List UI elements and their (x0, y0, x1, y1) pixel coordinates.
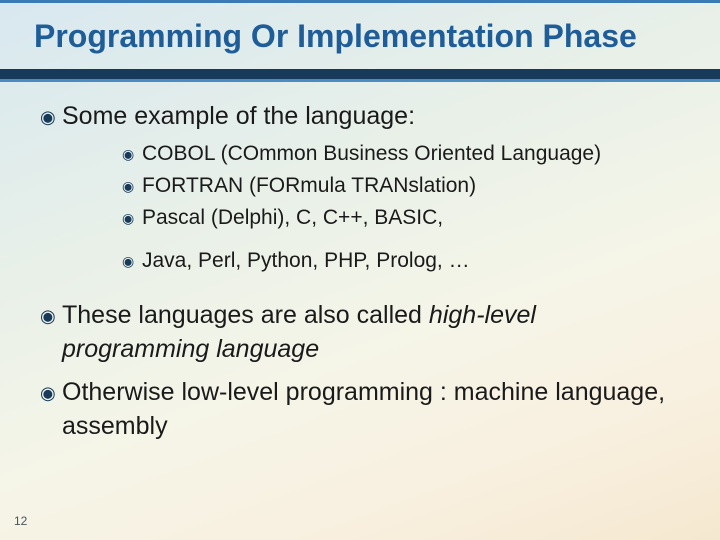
list-item: ◉ FORTRAN (FORmula TRANslation) (122, 172, 684, 200)
bullet-list-lvl2: ◉ COBOL (COmmon Business Oriented Langua… (122, 140, 684, 275)
top-accent-bar (0, 0, 720, 3)
bullet-icon: ◉ (122, 204, 142, 232)
bullet-icon: ◉ (122, 140, 142, 168)
bullet-icon: ◉ (40, 100, 62, 134)
bullet-icon: ◉ (40, 299, 62, 333)
list-item: ◉ Otherwise low-level programming : mach… (40, 376, 684, 444)
list-item-text: COBOL (COmmon Business Oriented Language… (142, 140, 601, 168)
list-item: ◉ Java, Perl, Python, PHP, Prolog, … (122, 247, 684, 275)
list-item-text: Otherwise low-level programming : machin… (62, 376, 684, 444)
page-number: 12 (14, 514, 27, 528)
slide-title: Programming Or Implementation Phase (34, 18, 686, 55)
list-item: ◉ These languages are also called high-l… (40, 299, 684, 367)
list-item: ◉ Pascal (Delphi), C, C++, BASIC, (122, 204, 684, 232)
list-item-body: Some example of the language: ◉ COBOL (C… (62, 100, 684, 289)
title-rule-dark (0, 69, 720, 79)
list-item-text: Java, Perl, Python, PHP, Prolog, … (142, 247, 470, 275)
bullet-list-lvl1: ◉ Some example of the language: ◉ COBOL … (40, 100, 684, 444)
list-item: ◉ COBOL (COmmon Business Oriented Langua… (122, 140, 684, 168)
list-item-text: Pascal (Delphi), C, C++, BASIC, (142, 204, 443, 232)
list-item: ◉ Some example of the language: ◉ COBOL … (40, 100, 684, 289)
slide: Programming Or Implementation Phase ◉ So… (0, 0, 720, 540)
list-item-text: Some example of the language: (62, 102, 415, 130)
bullet-icon: ◉ (122, 172, 142, 200)
title-block: Programming Or Implementation Phase (0, 0, 720, 65)
bullet-icon: ◉ (122, 247, 142, 275)
text-pre: These languages are also called (62, 301, 429, 329)
list-item-text: These languages are also called high-lev… (62, 299, 684, 367)
list-gap (122, 237, 684, 243)
bullet-icon: ◉ (40, 376, 62, 410)
content-area: ◉ Some example of the language: ◉ COBOL … (0, 82, 720, 444)
list-item-text: FORTRAN (FORmula TRANslation) (142, 172, 476, 200)
